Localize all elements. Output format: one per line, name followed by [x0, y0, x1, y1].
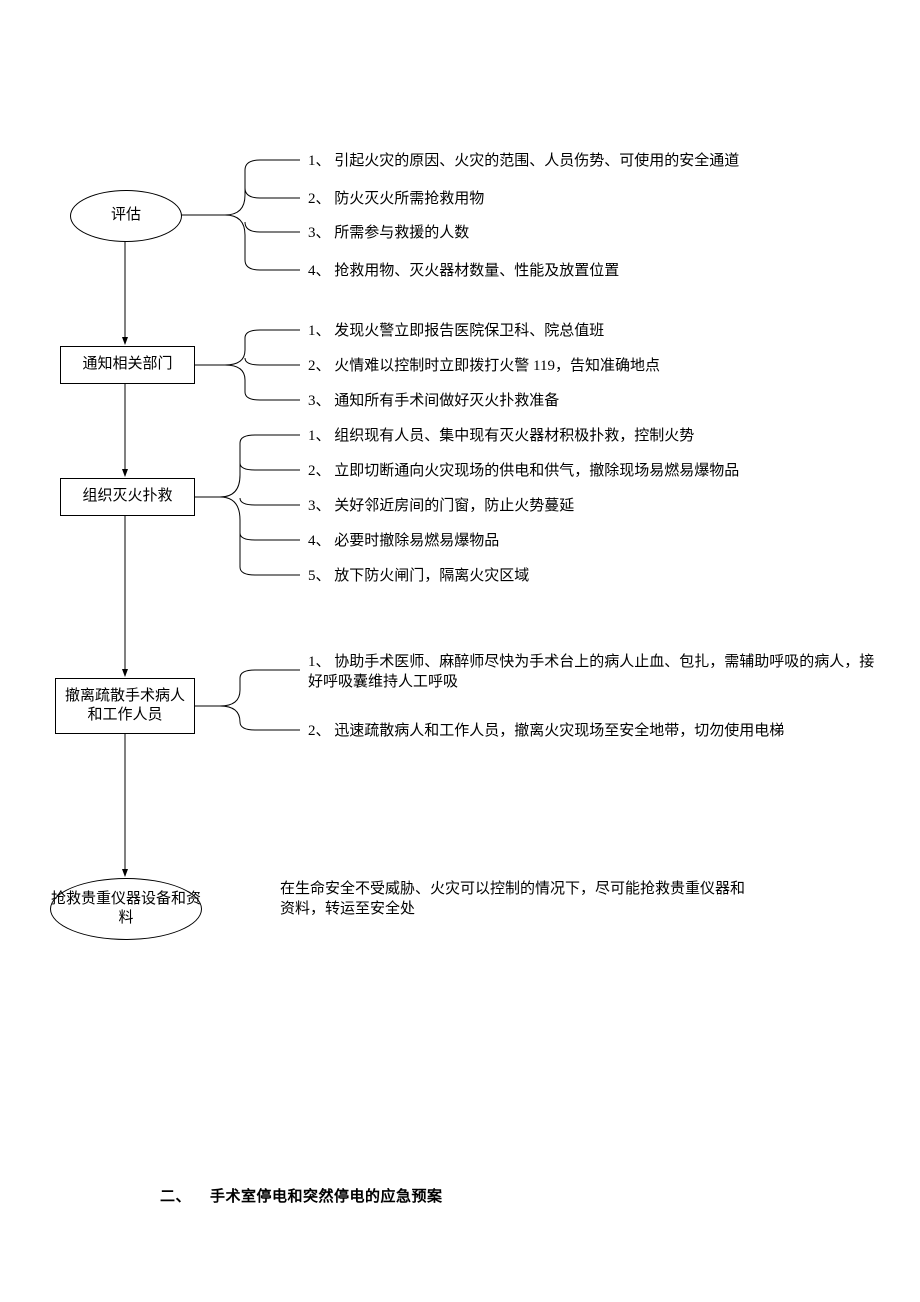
- node-notify: 通知相关部门: [60, 346, 195, 384]
- n2-item-1: 1、 发现火警立即报告医院保卫科、院总值班: [308, 322, 604, 342]
- footer-section-marker: 二、: [160, 1185, 191, 1206]
- node-firefight-label: 组织灭火扑救: [82, 487, 172, 507]
- node-assess: 评估: [70, 190, 182, 242]
- n4-item-1: 1、 协助手术医师、麻醉师尽快为手术台上的病人止血、包扎，需辅助呼吸的病人，接好…: [308, 653, 888, 692]
- n2-item-3: 3、 通知所有手术间做好灭火扑救准备: [308, 392, 559, 412]
- n3-item-1: 1、 组织现有人员、集中现有灭火器材积极扑救，控制火势: [308, 427, 694, 447]
- node-evacuate: 撤离疏散手术病人和工作人员: [55, 678, 195, 734]
- node-notify-label: 通知相关部门: [82, 355, 172, 375]
- n1-item-2: 2、 防火灭火所需抢救用物: [308, 190, 484, 210]
- node-rescue-equipment: 抢救贵重仪器设备和资料: [50, 878, 202, 940]
- n1-item-1: 1、 引起火灾的原因、火灾的范围、人员伤势、可使用的安全通道: [308, 152, 739, 172]
- flowchart-canvas: 评估 1、 引起火灾的原因、火灾的范围、人员伤势、可使用的安全通道 2、 防火灭…: [0, 0, 920, 1302]
- n1-item-3: 3、 所需参与救援的人数: [308, 224, 469, 244]
- n1-item-4: 4、 抢救用物、灭火器材数量、性能及放置位置: [308, 262, 619, 282]
- n2-item-2: 2、 火情难以控制时立即拨打火警 119，告知准确地点: [308, 357, 660, 377]
- footer-section-title: 手术室停电和突然停电的应急预案: [210, 1185, 443, 1206]
- node-assess-label: 评估: [111, 206, 141, 226]
- n4-item-2: 2、 迅速疏散病人和工作人员，撤离火灾现场至安全地带，切勿使用电梯: [308, 722, 784, 742]
- node-evacuate-label: 撤离疏散手术病人和工作人员: [62, 687, 188, 726]
- node-rescue-equipment-label: 抢救贵重仪器设备和资料: [51, 890, 201, 929]
- n3-item-3: 3、 关好邻近房间的门窗，防止火势蔓延: [308, 497, 574, 517]
- n3-item-2: 2、 立即切断通向火灾现场的供电和供气，撤除现场易燃易爆物品: [308, 462, 739, 482]
- n5-text: 在生命安全不受威胁、火灾可以控制的情况下，尽可能抢救贵重仪器和资料，转运至安全处: [280, 880, 750, 919]
- node-firefight: 组织灭火扑救: [60, 478, 195, 516]
- n3-item-5: 5、 放下防火闸门，隔离火灾区域: [308, 567, 529, 587]
- n3-item-4: 4、 必要时撤除易燃易爆物品: [308, 532, 499, 552]
